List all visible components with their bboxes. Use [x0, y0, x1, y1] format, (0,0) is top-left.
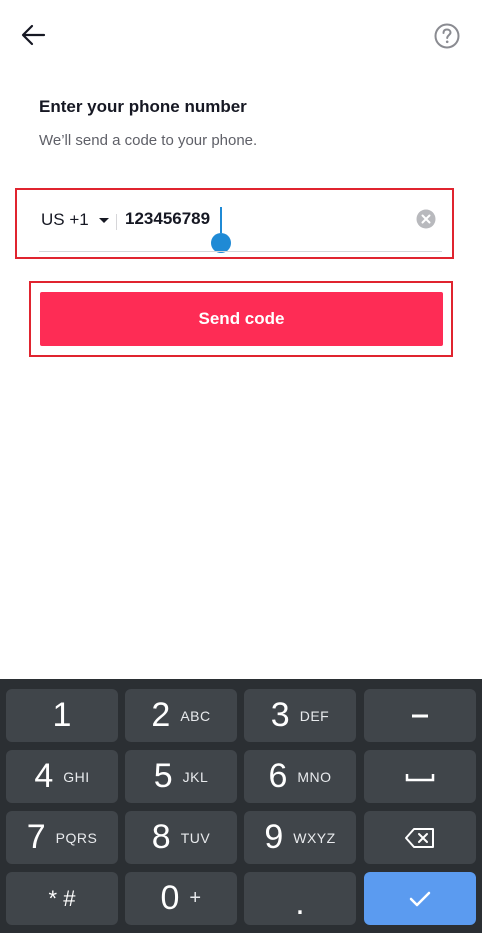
key-letters: WXYZ — [293, 829, 336, 846]
key-4[interactable]: 4 GHI — [6, 750, 118, 803]
key-digit: 7 — [26, 818, 46, 856]
key-letters: TUV — [180, 829, 211, 846]
key-digit: 3 — [270, 696, 290, 734]
key-9[interactable]: 9 WXYZ — [244, 811, 356, 864]
phone-number-input[interactable] — [125, 204, 385, 234]
key-5[interactable]: 5 JKL — [125, 750, 237, 803]
key-dot[interactable]: . — [244, 872, 356, 925]
key-8[interactable]: 8 TUV — [125, 811, 237, 864]
text-cursor — [220, 207, 222, 233]
key-space[interactable] — [364, 750, 476, 803]
top-bar — [0, 0, 482, 70]
country-code-label: US +1 — [41, 210, 89, 229]
key-symbols: * # — [48, 885, 76, 911]
key-digit: 2 — [151, 696, 171, 734]
country-code-selector[interactable]: US +1 — [41, 210, 109, 230]
key-letters: DEF — [299, 707, 330, 724]
space-bar-icon — [405, 773, 435, 781]
input-underline — [39, 251, 442, 252]
phone-input-highlight: US +1 — [15, 188, 454, 259]
key-letters: JKL — [182, 768, 209, 785]
send-button-highlight: Send code — [29, 281, 453, 357]
key-backspace[interactable] — [364, 811, 476, 864]
key-digit: 8 — [151, 818, 171, 856]
key-2[interactable]: 2 ABC — [125, 689, 237, 742]
key-digit: 6 — [268, 757, 288, 795]
key-digit: 5 — [153, 757, 173, 795]
key-digit: 0 — [160, 879, 180, 917]
divider — [116, 214, 117, 230]
cursor-handle[interactable] — [211, 233, 231, 253]
minus-icon — [412, 714, 428, 717]
clear-circle-icon[interactable] — [416, 209, 436, 229]
check-icon — [409, 891, 431, 906]
key-star-hash[interactable]: * # — [6, 872, 118, 925]
key-3[interactable]: 3 DEF — [244, 689, 356, 742]
key-minus[interactable] — [364, 689, 476, 742]
key-letters: GHI — [63, 768, 90, 785]
key-digit: 4 — [34, 757, 54, 795]
send-code-button[interactable]: Send code — [40, 292, 443, 346]
key-7[interactable]: 7 PQRS — [6, 811, 118, 864]
caret-down-icon — [98, 217, 109, 223]
key-1[interactable]: 1 — [6, 689, 118, 742]
key-0[interactable]: 0 + — [125, 872, 237, 925]
key-enter[interactable] — [364, 872, 476, 925]
help-button[interactable] — [432, 21, 462, 51]
page-subtitle: We’ll send a code to your phone. — [39, 132, 258, 149]
key-letters: PQRS — [55, 829, 98, 846]
key-letters: + — [189, 887, 202, 909]
key-digit: 1 — [52, 696, 72, 734]
key-letters: MNO — [297, 768, 332, 785]
back-button[interactable] — [18, 20, 48, 50]
backspace-icon — [405, 827, 434, 848]
key-letters: ABC — [180, 707, 211, 724]
key-digit: 9 — [264, 818, 284, 856]
page-title: Enter your phone number — [39, 97, 247, 116]
numeric-keyboard: 1 2 ABC 3 DEF 4 GHI 5 JKL 6 MNO 7 PQRS 8… — [0, 679, 482, 933]
key-dot-label: . — [295, 884, 305, 922]
arrow-left-icon — [21, 24, 46, 46]
question-circle-icon — [434, 23, 460, 49]
key-6[interactable]: 6 MNO — [244, 750, 356, 803]
